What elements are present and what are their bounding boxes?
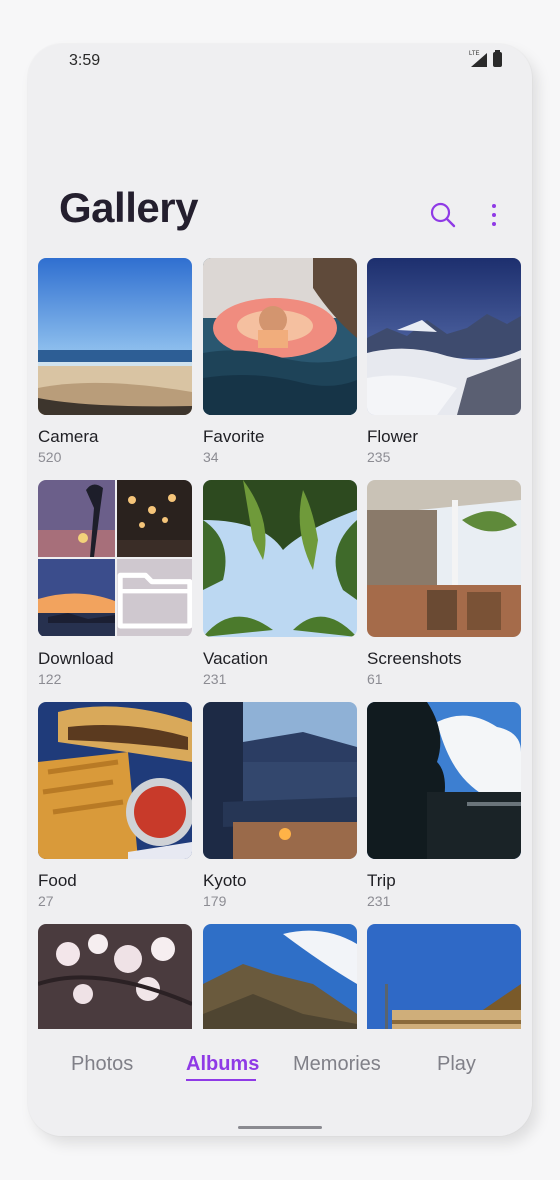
album-thumbnail [38,702,192,859]
collage-photo [38,480,115,557]
album-card[interactable] [38,924,192,1029]
active-tab-indicator [186,1079,256,1081]
collage-photo [38,559,115,636]
album-thumbnail [38,258,192,415]
download-collage [38,480,192,637]
album-card[interactable] [203,924,357,1029]
home-indicator[interactable] [238,1126,322,1129]
album-count: 27 [38,893,54,909]
album-thumbnail [203,480,357,637]
album-count: 122 [38,671,62,687]
folder-tile [117,559,192,636]
album-name: Vacation [203,649,268,668]
album-card[interactable]: Download 122 [38,480,192,687]
album-thumbnail [38,924,192,1029]
album-name: Download [38,649,114,668]
album-card[interactable]: Favorite 34 [203,258,357,465]
album-thumbnail [367,258,521,415]
album-thumbnail [367,480,521,637]
album-name: Screenshots [367,649,462,668]
album-thumbnail [367,924,521,1029]
album-card[interactable]: Kyoto 179 [203,702,357,909]
album-card[interactable]: Trip 231 [367,702,521,909]
album-thumbnail [367,702,521,859]
album-count: 520 [38,449,62,465]
tab-play[interactable]: Play [437,1053,476,1076]
tab-albums[interactable]: Albums [186,1053,259,1076]
album-count: 235 [367,449,391,465]
bottom-navigation: Photos Albums Memories Play [28,1029,532,1136]
album-name: Camera [38,427,99,446]
album-card[interactable]: Camera 520 [38,258,192,465]
album-name: Trip [367,871,396,890]
album-card[interactable]: Screenshots 61 [367,480,521,687]
album-card[interactable] [367,924,521,1029]
album-name: Food [38,871,77,890]
folder-icon [117,572,192,629]
phone-screen: 3:59 LTE Gallery Camera 520 Favorite 34 … [28,44,532,1136]
album-card[interactable]: Vacation 231 [203,480,357,687]
album-count: 61 [367,671,383,687]
album-name: Flower [367,427,419,446]
album-name: Favorite [203,427,265,446]
collage-photo [117,480,192,557]
album-thumbnail [203,258,357,415]
album-card[interactable]: Flower 235 [367,258,521,465]
album-thumbnail [38,480,192,637]
tab-photos[interactable]: Photos [71,1053,133,1076]
album-card[interactable]: Food 27 [38,702,192,909]
tab-memories[interactable]: Memories [293,1053,381,1076]
album-thumbnail [203,702,357,859]
album-count: 231 [367,893,391,909]
album-name: Kyoto [203,871,247,890]
album-grid: Camera 520 Favorite 34 Flower 235 Downlo… [28,44,532,1029]
album-count: 231 [203,671,227,687]
album-count: 34 [203,449,219,465]
album-count: 179 [203,893,227,909]
album-thumbnail [203,924,357,1029]
